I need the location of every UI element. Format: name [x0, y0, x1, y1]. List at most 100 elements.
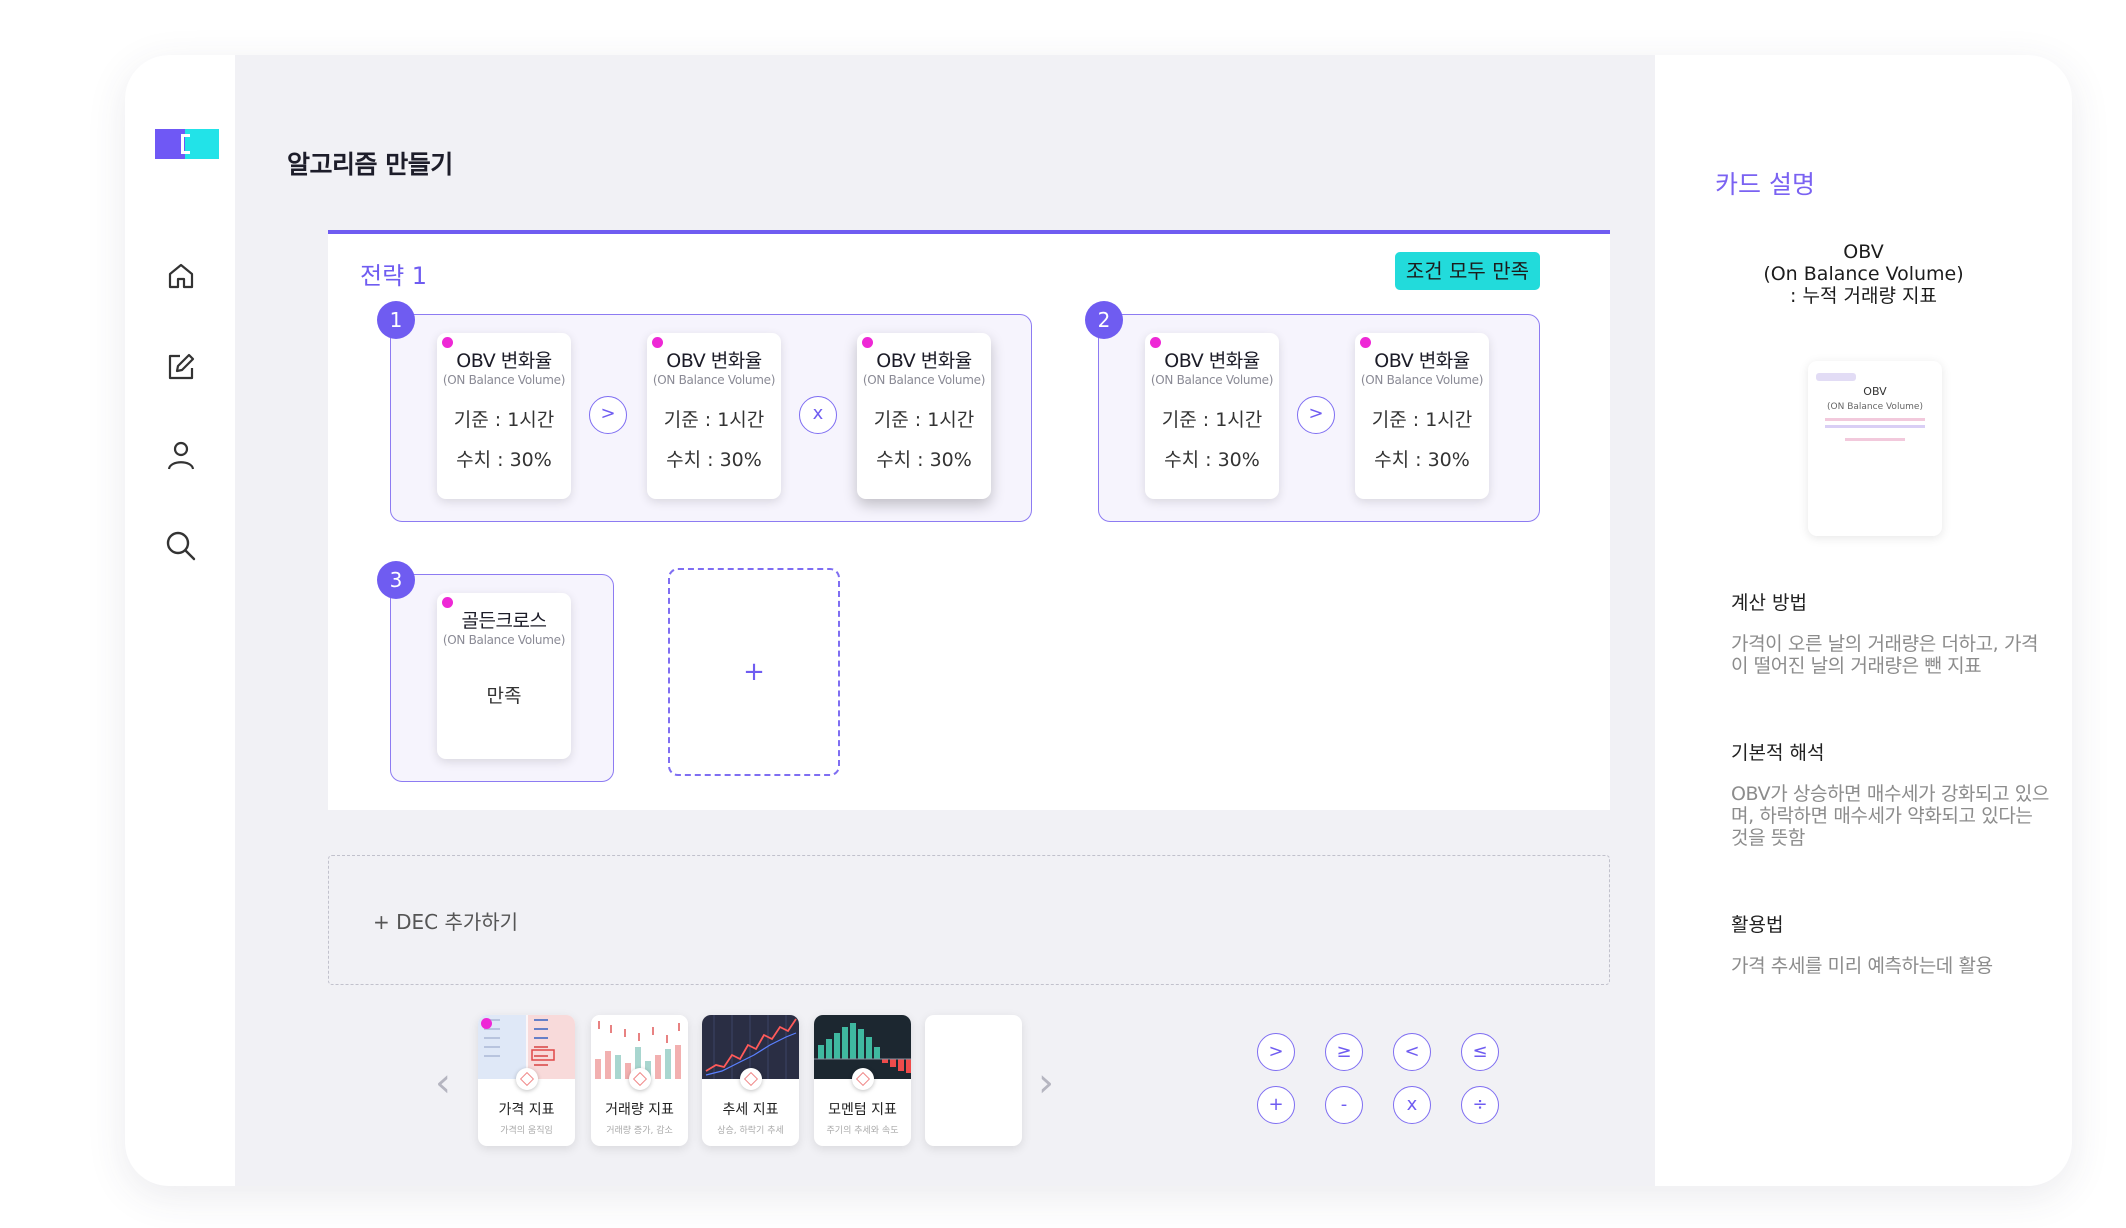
card-title: OBV 변화율	[1374, 350, 1470, 372]
card-title: 골든크로스	[461, 610, 547, 632]
panel-heading-line: OBV	[1843, 241, 1884, 263]
card-value: 수치 : 30%	[876, 449, 972, 471]
indicator-type-card[interactable]: 모멘텀 지표 주기의 추세와 속도	[814, 1015, 911, 1146]
category-emblem-icon	[516, 1068, 538, 1090]
card-subtitle: (ON Balance Volume)	[442, 373, 566, 387]
card-subtitle: (ON Balance Volume)	[652, 373, 776, 387]
operator-plus-button[interactable]: +	[1257, 1086, 1295, 1124]
status-dot	[442, 337, 453, 348]
card-preview: OBV (ON Balance Volume)	[1808, 361, 1942, 536]
main-area: 알고리즘 만들기 전략 1 조건 모두 만족 1 OBV 변화율 (ON Bal…	[235, 55, 1655, 1186]
group-number: 2	[1085, 301, 1123, 339]
card-title: OBV 변화율	[876, 350, 972, 372]
indicator-card[interactable]: OBV 변화율 (ON Balance Volume) 기준 : 1시간 수치 …	[1355, 333, 1489, 499]
card-value: 수치 : 30%	[1374, 449, 1470, 471]
condition-group[interactable]: 2 OBV 변화율 (ON Balance Volume) 기준 : 1시간 수…	[1085, 301, 1540, 522]
operator-gte-button[interactable]: ≥	[1325, 1033, 1363, 1071]
operator-button[interactable]: >	[589, 396, 627, 434]
category-emblem-icon	[740, 1068, 762, 1090]
status-dot	[481, 1018, 492, 1029]
prev-arrow[interactable]: ‹	[435, 1060, 451, 1106]
indicator-type-card-empty[interactable]	[925, 1015, 1022, 1146]
operator-minus-button[interactable]: -	[1325, 1086, 1363, 1124]
status-dot	[862, 337, 873, 348]
card-subtitle: (ON Balance Volume)	[1150, 373, 1274, 387]
card-value: 수치 : 30%	[1164, 449, 1260, 471]
section-heading: 계산 방법	[1731, 592, 1807, 614]
condition-group[interactable]: 3 골든크로스 (ON Balance Volume) 만족	[377, 561, 614, 782]
status-dot	[652, 337, 663, 348]
panel-heading-line: : 누적 거래량 지표	[1790, 285, 1937, 307]
card-title: OBV 변화율	[456, 350, 552, 372]
card-subtitle: (ON Balance Volume)	[862, 373, 986, 387]
category-emblem-icon	[852, 1068, 874, 1090]
indicator-card[interactable]: OBV 변화율 (ON Balance Volume) 기준 : 1시간 수치 …	[647, 333, 781, 499]
indicator-type-card[interactable]: 추세 지표 상승, 하락기 추세	[702, 1015, 799, 1146]
condition-badge[interactable]: 조건 모두 만족	[1394, 252, 1540, 290]
dec-add-area[interactable]: + DEC 추가하기	[328, 855, 1610, 985]
operator-gt-button[interactable]: >	[1257, 1033, 1295, 1071]
section-body: 가격이 오른 날의 거래량은 더하고, 가격이 떨어진 날의 거래량은 뺀 지표	[1731, 633, 2039, 677]
condition-group[interactable]: 1 OBV 변화율 (ON Balance Volume) 기준 : 1시간 수…	[377, 301, 1032, 522]
home-icon[interactable]	[163, 258, 199, 294]
user-icon[interactable]	[163, 438, 199, 474]
card-description-panel: 카드 설명 OBV (On Balance Volume) : 누적 거래량 지…	[1655, 55, 2072, 1186]
panel-title: 카드 설명	[1715, 170, 1815, 199]
indicator-type-sub: 거래량 증가, 감소	[606, 1126, 673, 1136]
card-basis: 기준 : 1시간	[663, 409, 765, 431]
logo	[155, 129, 219, 159]
sidebar	[125, 55, 235, 1186]
search-icon[interactable]	[163, 528, 199, 564]
operator-lte-button[interactable]: ≤	[1461, 1033, 1499, 1071]
indicator-card[interactable]: OBV 변화율 (ON Balance Volume) 기준 : 1시간 수치 …	[1145, 333, 1279, 499]
card-basis: 기준 : 1시간	[1371, 409, 1473, 431]
page-title: 알고리즘 만들기	[287, 150, 453, 179]
indicator-card[interactable]: OBV 변화율 (ON Balance Volume) 기준 : 1시간 수치 …	[437, 333, 571, 499]
category-emblem-icon	[629, 1068, 651, 1090]
indicator-type-label: 추세 지표	[722, 1102, 779, 1118]
indicator-type-label: 거래량 지표	[605, 1102, 674, 1118]
preview-title: OBV	[1863, 385, 1887, 398]
card-title: OBV 변화율	[1164, 350, 1260, 372]
indicator-type-card[interactable]: 가격 지표 가격의 움직임	[478, 1015, 575, 1146]
section-body: 가격 추세를 미리 예측하는데 활용	[1731, 955, 1993, 977]
card-basis: 기준 : 1시간	[1161, 409, 1263, 431]
edit-icon[interactable]	[163, 348, 199, 384]
card-subtitle: (ON Balance Volume)	[1360, 373, 1484, 387]
status-dot	[1360, 337, 1371, 348]
indicator-type-card[interactable]: 거래량 지표 거래량 증가, 감소	[591, 1015, 688, 1146]
operator-divide-button[interactable]: ÷	[1461, 1086, 1499, 1124]
app-window: 알고리즘 만들기 전략 1 조건 모두 만족 1 OBV 변화율 (ON Bal…	[125, 55, 2072, 1186]
indicator-type-label: 모멘텀 지표	[828, 1102, 897, 1118]
group-number: 3	[377, 561, 415, 599]
strategy-panel: 전략 1 조건 모두 만족 1 OBV 변화율 (ON Balance Volu…	[328, 230, 1610, 810]
card-value: 수치 : 30%	[666, 449, 762, 471]
indicator-type-sub: 가격의 움직임	[500, 1126, 553, 1136]
operator-multiply-button[interactable]: x	[1393, 1086, 1431, 1124]
status-dot	[1150, 337, 1161, 348]
operator-button[interactable]: x	[799, 396, 837, 434]
card-value: 수치 : 30%	[456, 449, 552, 471]
preview-subtitle: (ON Balance Volume)	[1827, 402, 1923, 412]
card-basis: 기준 : 1시간	[453, 409, 555, 431]
next-arrow[interactable]: ›	[1038, 1060, 1054, 1106]
indicator-card[interactable]: OBV 변화율 (ON Balance Volume) 기준 : 1시간 수치 …	[857, 333, 991, 499]
dec-add-label: + DEC 추가하기	[373, 910, 519, 934]
section-body: OBV가 상승하면 매수세가 강화되고 있으며, 하락하면 매수세가 약화되고 …	[1731, 783, 2049, 849]
indicator-type-sub: 주기의 추세와 속도	[826, 1126, 899, 1136]
group-number: 1	[377, 301, 415, 339]
indicator-type-label: 가격 지표	[498, 1102, 555, 1118]
strategy-title: 전략 1	[360, 262, 428, 290]
panel-heading: OBV (On Balance Volume) : 누적 거래량 지표	[1655, 241, 2072, 307]
section-heading: 기본적 해석	[1731, 742, 1825, 764]
indicator-card[interactable]: 골든크로스 (ON Balance Volume) 만족	[437, 593, 571, 759]
card-title: OBV 변화율	[666, 350, 762, 372]
indicator-type-sub: 상승, 하락기 추세	[717, 1126, 784, 1136]
card-status: 만족	[486, 685, 522, 707]
operator-lt-button[interactable]: <	[1393, 1033, 1431, 1071]
section-heading: 활용법	[1731, 914, 1784, 936]
operator-button[interactable]: >	[1297, 396, 1335, 434]
add-group-button[interactable]: +	[668, 568, 840, 776]
card-subtitle: (ON Balance Volume)	[442, 633, 566, 647]
panel-heading-line: (On Balance Volume)	[1763, 263, 1964, 285]
